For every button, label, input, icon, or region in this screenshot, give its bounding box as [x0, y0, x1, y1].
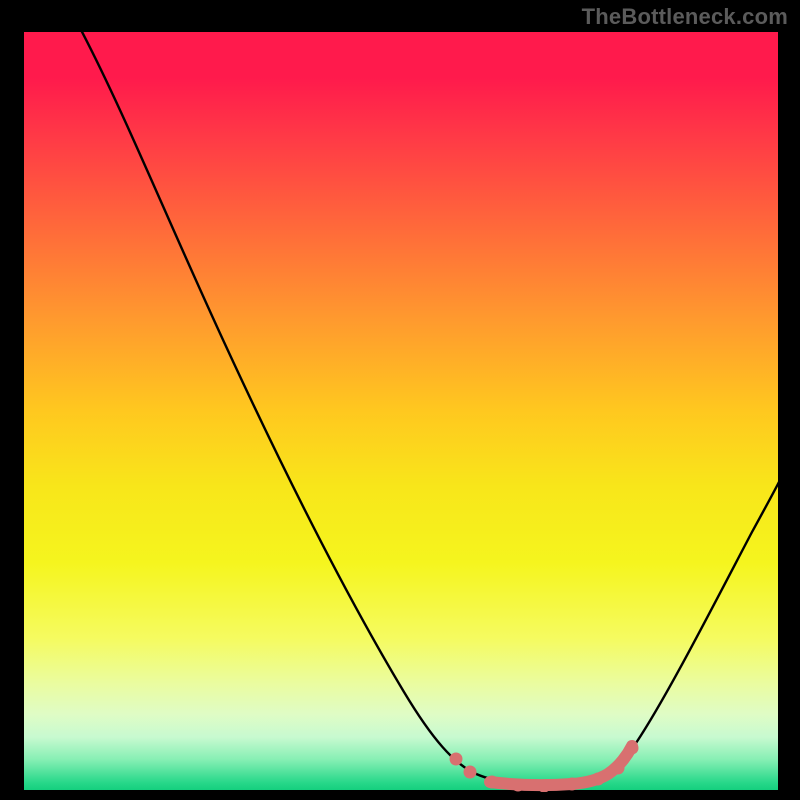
chart-root: TheBottleneck.com: [0, 0, 800, 800]
main-curve: [80, 32, 780, 784]
highlight-stroke: [490, 746, 632, 785]
plot-area: [22, 32, 778, 792]
watermark-text: TheBottleneck.com: [582, 4, 788, 30]
bottleneck-curve-svg: [24, 32, 780, 792]
